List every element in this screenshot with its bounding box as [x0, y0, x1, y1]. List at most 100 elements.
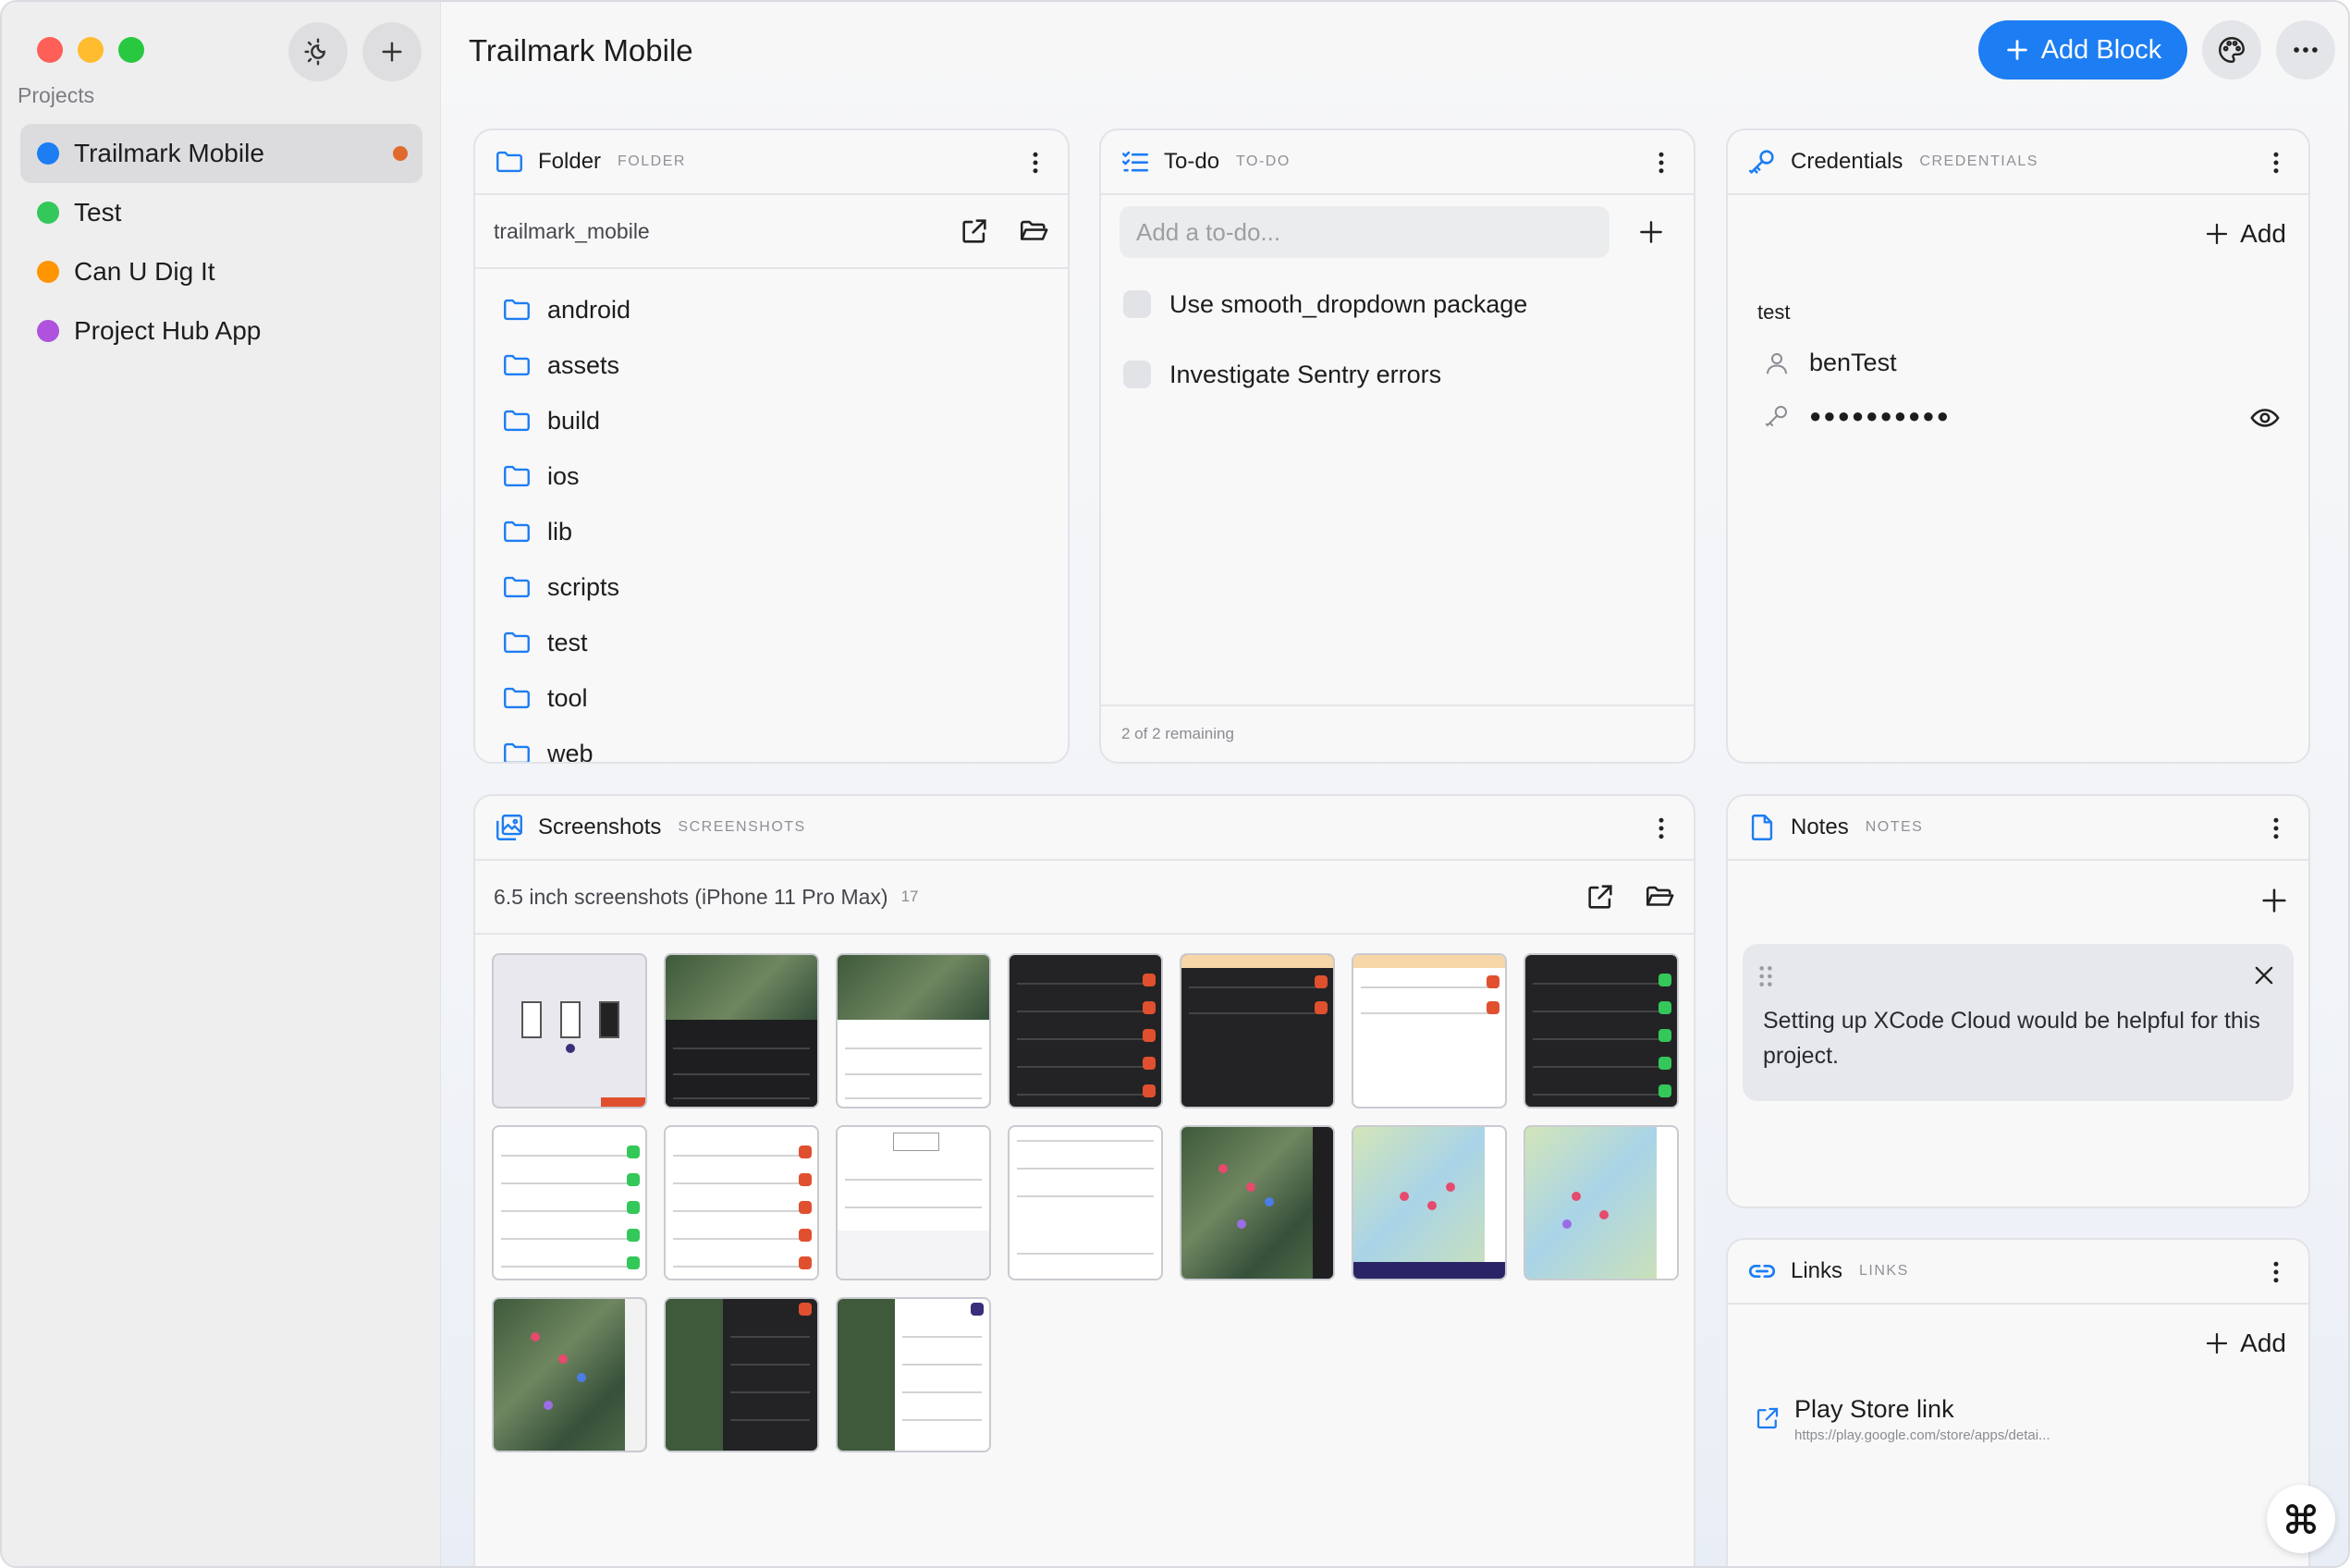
folder-icon: [504, 354, 530, 376]
folder-item[interactable]: scripts: [501, 559, 1068, 615]
screenshot-thumbnail[interactable]: [1352, 1125, 1507, 1280]
theme-toggle-button[interactable]: [288, 22, 348, 81]
screenshot-thumbnail[interactable]: [492, 953, 647, 1109]
credential-password-row: ●●●●●●●●●●: [1763, 402, 1951, 430]
vertical-ellipsis-icon: [2273, 1261, 2279, 1283]
screenshot-thumbnail[interactable]: [492, 1297, 647, 1452]
project-list: Trailmark Mobile Test Can U Dig It Proje…: [20, 124, 422, 361]
minimize-window-button[interactable]: [78, 37, 104, 63]
add-project-button[interactable]: [362, 22, 422, 81]
project-item-can-u-dig-it[interactable]: Can U Dig It: [20, 242, 422, 301]
key-icon: [1765, 406, 1787, 427]
screenshots-card-menu-button[interactable]: [1646, 813, 1677, 844]
todo-input[interactable]: [1120, 206, 1610, 258]
app-window: Projects Trailmark Mobile Test Can U Dig…: [0, 0, 2350, 1568]
screenshot-thumbnail[interactable]: [492, 1125, 647, 1280]
add-block-button[interactable]: Add Block: [1978, 20, 2187, 80]
folder-item[interactable]: ios: [501, 448, 1068, 504]
sidebar: Projects Trailmark Mobile Test Can U Dig…: [2, 2, 441, 1566]
note-item[interactable]: Setting up XCode Cloud would be helpful …: [1743, 944, 2294, 1101]
folder-item[interactable]: tool: [501, 670, 1068, 726]
screenshot-thumbnail[interactable]: [1180, 1125, 1335, 1280]
credentials-card-header: Credentials CREDENTIALS: [1728, 130, 2308, 195]
credential-password[interactable]: ●●●●●●●●●●: [1809, 404, 1951, 428]
screenshot-thumbnail[interactable]: [1524, 1125, 1679, 1280]
reveal-password-icon[interactable]: [2249, 402, 2281, 434]
todo-text: Use smooth_dropdown package: [1169, 289, 1528, 318]
link-item[interactable]: Play Store link https://play.google.com/…: [1754, 1395, 2050, 1443]
folder-item[interactable]: lib: [501, 504, 1068, 559]
folder-icon: [504, 687, 530, 709]
folder-icon: [504, 742, 530, 762]
credentials-card-menu-button[interactable]: [2260, 147, 2292, 178]
folder-item[interactable]: assets: [501, 337, 1068, 393]
todo-text: Investigate Sentry errors: [1169, 360, 1442, 388]
open-folder-icon[interactable]: [1018, 215, 1049, 247]
note-text: Setting up XCode Cloud would be helpful …: [1763, 1008, 2260, 1069]
plus-icon: [2207, 223, 2228, 245]
folder-icon: [504, 576, 530, 598]
card-title: Screenshots: [538, 815, 662, 839]
folder-path: trailmark_mobile: [494, 218, 650, 243]
links-card-menu-button[interactable]: [2260, 1256, 2292, 1288]
project-color-dot: [37, 202, 59, 224]
open-external-icon[interactable]: [959, 215, 990, 247]
screenshot-thumbnail[interactable]: [836, 1125, 991, 1280]
open-folder-icon[interactable]: [1644, 881, 1675, 913]
ellipsis-icon: [2294, 47, 2318, 53]
screenshot-thumbnail[interactable]: [664, 953, 819, 1109]
add-link-button[interactable]: Add: [2203, 1329, 2286, 1358]
folder-item[interactable]: android: [501, 282, 1068, 337]
notes-card-menu-button[interactable]: [2260, 813, 2292, 844]
folder-item[interactable]: test: [501, 615, 1068, 670]
screenshot-thumbnail[interactable]: [664, 1125, 819, 1280]
screenshot-thumbnail[interactable]: [836, 953, 991, 1109]
screenshots-card-header: Screenshots SCREENSHOTS: [475, 796, 1694, 861]
add-todo-icon[interactable]: [1636, 217, 1666, 247]
screenshot-thumbnail[interactable]: [1352, 953, 1507, 1109]
more-options-button[interactable]: [2276, 20, 2335, 80]
vertical-ellipsis-icon: [1658, 817, 1664, 839]
command-menu-button[interactable]: [2267, 1485, 2335, 1553]
link-icon: [1748, 1264, 1776, 1279]
zoom-window-button[interactable]: [118, 37, 144, 63]
project-name: Trailmark Mobile: [74, 139, 264, 167]
folder-path-row: trailmark_mobile: [475, 195, 1068, 269]
card-type: FOLDER: [618, 153, 686, 169]
vertical-ellipsis-icon: [1033, 152, 1038, 174]
credential-username[interactable]: benTest: [1809, 349, 1897, 377]
unsaved-indicator: [393, 146, 408, 161]
plus-icon: [2006, 40, 2027, 60]
todo-checkbox[interactable]: [1123, 361, 1151, 388]
screenshots-count: 17: [900, 888, 919, 905]
folder-icon: [496, 151, 522, 173]
add-note-icon[interactable]: [2258, 885, 2290, 916]
open-external-icon[interactable]: [1585, 881, 1616, 913]
folder-item[interactable]: web: [501, 726, 1068, 764]
folder-item[interactable]: build: [501, 393, 1068, 448]
plus-icon: [2207, 1332, 2228, 1354]
window-controls: [37, 37, 144, 63]
close-window-button[interactable]: [37, 37, 63, 63]
drag-handle-icon[interactable]: [1757, 964, 1774, 988]
todo-card-menu-button[interactable]: [1646, 147, 1677, 178]
folder-item-name: web: [547, 739, 594, 764]
screenshot-thumbnail[interactable]: [836, 1297, 991, 1452]
todo-footer: 2 of 2 remaining: [1101, 704, 1694, 762]
project-item-test[interactable]: Test: [20, 183, 422, 242]
notes-card: Notes NOTES Setting up XCode Cloud would…: [1726, 794, 2310, 1208]
screenshot-thumbnail[interactable]: [1008, 1125, 1163, 1280]
screenshot-thumbnail[interactable]: [1008, 953, 1163, 1109]
add-credential-button[interactable]: Add: [2203, 219, 2286, 249]
close-icon[interactable]: [2251, 962, 2277, 988]
screenshot-thumbnail[interactable]: [1180, 953, 1335, 1109]
folder-item-name: build: [547, 406, 601, 435]
todo-checkbox[interactable]: [1123, 290, 1151, 318]
screenshot-thumbnail[interactable]: [664, 1297, 819, 1452]
project-item-trailmark-mobile[interactable]: Trailmark Mobile: [20, 124, 422, 183]
folder-card-menu-button[interactable]: [1020, 147, 1051, 178]
screenshot-thumbnail[interactable]: [1524, 953, 1679, 1109]
theme-palette-button[interactable]: [2202, 20, 2261, 80]
card-title: To-do: [1164, 149, 1220, 174]
project-item-project-hub-app[interactable]: Project Hub App: [20, 301, 422, 361]
